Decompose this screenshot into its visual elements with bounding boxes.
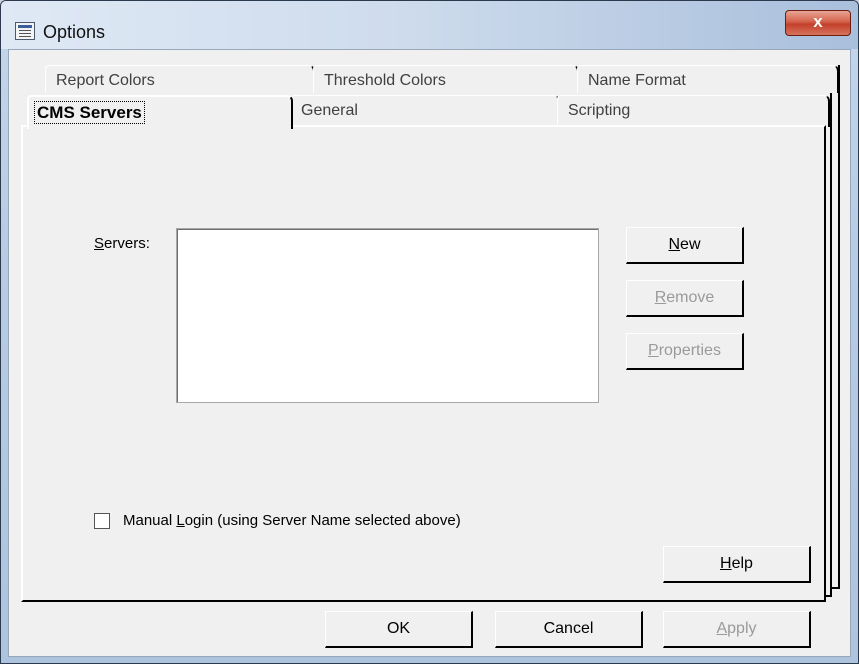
cancel-button[interactable]: Cancel xyxy=(495,611,643,648)
mnemonic: R xyxy=(654,289,667,306)
label-prefix: Manual xyxy=(123,512,177,529)
options-window: Options x Report Colors Threshold Colors… xyxy=(0,0,859,664)
window-title: Options xyxy=(43,22,106,42)
button-label: OK xyxy=(386,620,411,637)
tab-cms-servers[interactable]: CMS Servers xyxy=(27,95,293,129)
options-window-icon xyxy=(15,22,35,40)
tab-name-format[interactable]: Name Format xyxy=(577,65,839,93)
new-button[interactable]: New xyxy=(626,227,744,264)
label-rest: emove xyxy=(666,289,715,306)
label-rest: pply xyxy=(727,620,757,637)
label-rest: roperties xyxy=(658,342,721,359)
label-rest: ogin (using Server Name selected above) xyxy=(184,512,461,529)
help-button[interactable]: Help xyxy=(663,546,811,583)
tab-label: General xyxy=(301,102,358,119)
remove-button[interactable]: Remove xyxy=(626,280,744,317)
tab-label: Threshold Colors xyxy=(324,72,446,89)
mnemonic: A xyxy=(716,620,728,637)
mnemonic: N xyxy=(668,236,681,253)
properties-button[interactable]: Properties xyxy=(626,333,744,370)
tab-report-colors[interactable]: Report Colors xyxy=(45,65,315,93)
label-rest: ew xyxy=(680,236,701,253)
tab-scripting[interactable]: Scripting xyxy=(557,95,830,127)
tab-label: Report Colors xyxy=(56,72,155,89)
apply-button[interactable]: Apply xyxy=(663,611,811,648)
title-bar[interactable]: Options x xyxy=(1,1,858,49)
tab-threshold-colors[interactable]: Threshold Colors xyxy=(313,65,579,93)
servers-label: Servers: xyxy=(94,235,150,252)
close-icon: x xyxy=(813,12,823,31)
label-rest: elp xyxy=(731,555,753,572)
manual-login-label[interactable]: Manual Login (using Server Name selected… xyxy=(123,512,461,529)
label-rest: ervers: xyxy=(104,235,150,252)
mnemonic: S xyxy=(94,235,105,252)
tab-label: Scripting xyxy=(568,102,631,119)
servers-listbox[interactable] xyxy=(176,228,599,403)
close-button[interactable]: x xyxy=(785,10,851,36)
ok-button[interactable]: OK xyxy=(325,611,473,648)
tab-general[interactable]: General xyxy=(290,95,560,127)
manual-login-checkbox[interactable] xyxy=(94,513,110,529)
mnemonic: H xyxy=(720,555,732,572)
mnemonic: P xyxy=(648,342,659,359)
tab-label: CMS Servers xyxy=(34,101,145,124)
mnemonic: L xyxy=(176,512,185,529)
tab-label: Name Format xyxy=(588,72,686,89)
button-label: Cancel xyxy=(543,620,594,637)
